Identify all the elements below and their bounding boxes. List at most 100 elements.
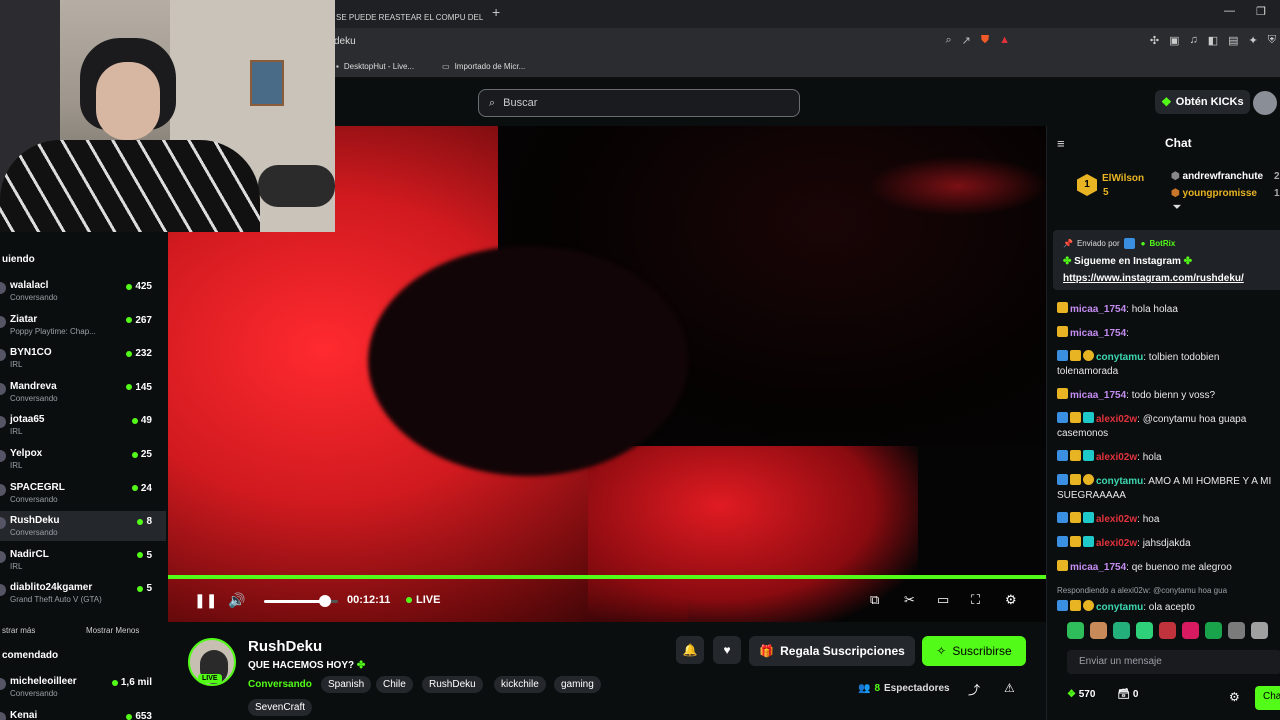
leader-name[interactable]: ⬢ andrewfranchute [1171, 171, 1263, 182]
chat-username[interactable]: micaa_1754 [1070, 304, 1126, 315]
wallet-icon[interactable]: ▣ [1169, 34, 1179, 47]
bookmark-folder[interactable]: ▭ Importado de Micr... [442, 62, 525, 71]
tag[interactable]: RushDeku [422, 676, 483, 693]
leo-icon[interactable]: ✦ [1249, 34, 1258, 47]
tag[interactable]: Spanish [321, 676, 372, 693]
theater-mode-icon[interactable]: ▭ [937, 592, 949, 608]
emote-icon[interactable] [1090, 622, 1107, 639]
emote-icon[interactable] [1159, 622, 1176, 639]
chat-username[interactable]: conytamu [1096, 476, 1143, 487]
emote-icon[interactable] [1067, 622, 1084, 639]
sidebar-channel-item[interactable]: Ziatar Poppy Playtime: Chap... 267 [0, 310, 166, 340]
bookmark-item[interactable]: ▪ DesktopHut - Live... [336, 62, 414, 71]
url-field[interactable]: deku [334, 36, 356, 47]
tag[interactable]: kickchile [494, 676, 546, 693]
sidebar-channel-item[interactable]: Mandreva Conversando 145 [0, 377, 166, 407]
tag[interactable]: gaming [554, 676, 601, 693]
webcam-overlay [0, 0, 335, 232]
points-display[interactable]: ❖ 570 [1067, 689, 1095, 700]
leader-count: 1 [1274, 188, 1280, 199]
wallet2-icon[interactable]: ▤ [1228, 34, 1238, 47]
emote-icon[interactable] [1136, 622, 1153, 639]
get-kicks-button[interactable]: ❖ Obtén KICKs [1155, 90, 1250, 114]
pip-icon[interactable]: ⧉ [870, 592, 879, 608]
viewer-number: 25 [140, 449, 152, 460]
emote-icon[interactable] [1251, 622, 1268, 639]
sidebar: uiendo walalacl Conversando 425 Ziatar P… [0, 232, 168, 720]
emote-icon[interactable] [1113, 622, 1130, 639]
browser-tab[interactable]: SE PUEDE REASTEAR EL COMPU DEL [336, 6, 483, 28]
brave-shield-icon[interactable]: ⛊ [981, 34, 989, 47]
pinned-sender[interactable]: BotRix [1150, 239, 1176, 248]
media-icon[interactable]: ♫ [1189, 34, 1197, 47]
tag[interactable]: SevenCraft [248, 699, 313, 716]
sidebar-channel-item[interactable]: walalacl Conversando 425 [0, 276, 166, 306]
sidebar-toggle-icon[interactable]: ◧ [1208, 34, 1218, 47]
restore-icon[interactable]: ❐ [1256, 5, 1266, 18]
emote-icon[interactable] [1205, 622, 1222, 639]
sidebar-channel-item[interactable]: Yelpox IRL 25 [0, 444, 166, 474]
reply-context: Respondiendo a alexi02w: @conytamu hoa g… [1057, 586, 1228, 595]
leader-name[interactable]: ElWilson [1102, 173, 1144, 184]
chat-settings-icon[interactable]: ⚙ [1229, 690, 1240, 704]
zoom-icon[interactable]: ⌕ [945, 34, 951, 47]
settings-icon[interactable]: ⚙ [1005, 592, 1017, 608]
user-avatar[interactable] [1253, 91, 1277, 115]
chat-username[interactable]: micaa_1754 [1070, 328, 1126, 339]
sidebar-channel-item[interactable]: diablito24kgamer Grand Theft Auto V (GTA… [0, 578, 166, 608]
leader-name[interactable]: ⬢ youngpromisse [1171, 188, 1257, 199]
chat-input[interactable]: Enviar un mensaje [1067, 650, 1280, 674]
sidebar-channel-item[interactable]: micheleoilleer Conversando 1,6 mil [0, 672, 166, 702]
chat-username[interactable]: conytamu [1096, 352, 1143, 363]
rank-badge: 1 [1077, 174, 1097, 196]
sidebar-channel-item[interactable]: Kenai 653 [0, 706, 166, 720]
sidebar-channel-item[interactable]: NadirCL IRL 5 [0, 545, 166, 575]
show-more-link[interactable]: strar más [2, 626, 35, 635]
sidebar-channel-item[interactable]: BYN1CO IRL 232 [0, 343, 166, 373]
new-tab-button[interactable]: + [492, 4, 500, 20]
follow-button[interactable]: ♥ [713, 636, 741, 664]
stream-category[interactable]: Conversando [248, 679, 312, 690]
pause-icon[interactable]: ❚❚ [194, 592, 217, 609]
gift-subs-button[interactable]: 🎁 Regala Suscripciones [749, 636, 915, 666]
live-dot [126, 283, 133, 290]
fullscreen-icon[interactable]: ⛶ [971, 592, 980, 608]
chat-username[interactable]: alexi02w [1096, 414, 1137, 425]
chat-send-button[interactable]: Cha [1255, 686, 1280, 710]
progress-bar[interactable] [168, 575, 1046, 579]
channel-category: Conversando [10, 528, 58, 538]
volume-knob[interactable] [318, 595, 331, 607]
report-icon[interactable]: ⚠ [1004, 681, 1015, 695]
sidebar-channel-item[interactable]: jotaa65 IRL 49 [0, 410, 166, 440]
pinned-link[interactable]: https://www.instagram.com/rushdeku/ [1063, 273, 1244, 284]
chat-username[interactable]: conytamu [1096, 602, 1143, 613]
minimize-icon[interactable]: — [1224, 5, 1235, 17]
channel-name[interactable]: RushDeku [248, 638, 322, 655]
show-less-link[interactable]: Mostrar Menos [86, 626, 139, 635]
emote-icon[interactable] [1228, 622, 1245, 639]
chat-username[interactable]: alexi02w [1096, 538, 1137, 549]
collapse-chat-icon[interactable]: ≡ [1057, 136, 1065, 151]
share-page-icon[interactable]: ↗ [962, 34, 971, 47]
emote-icon[interactable] [1182, 622, 1199, 639]
vpn-icon[interactable]: ⛨ [1268, 34, 1276, 47]
search-input[interactable]: ⌕ Buscar [478, 89, 800, 117]
clip-icon[interactable]: ✂ [904, 592, 915, 608]
expand-leaderboard-icon[interactable]: ⏷ [1173, 202, 1181, 213]
sidebar-channel-item[interactable]: RushDeku Conversando 8 [0, 511, 166, 542]
subscribe-button[interactable]: ✧ Suscribirse [922, 636, 1026, 666]
chat-username[interactable]: micaa_1754 [1070, 390, 1126, 401]
chat-username[interactable]: alexi02w [1096, 514, 1137, 525]
brave-rewards-icon[interactable]: ▲ [999, 34, 1010, 47]
notifications-button[interactable]: 🔔 [676, 636, 704, 664]
sidebar-channel-item[interactable]: SPACEGRL Conversando 24 [0, 478, 166, 508]
player-controls: ❚❚ 🔊 00:12:11 LIVE ⧉ ✂ ▭ ⛶ ⚙ [168, 584, 1046, 618]
extensions-icon[interactable]: ✣ [1150, 34, 1159, 47]
volume-icon[interactable]: 🔊 [228, 592, 245, 609]
tag[interactable]: Chile [376, 676, 413, 693]
chat-username[interactable]: alexi02w [1096, 452, 1137, 463]
chat-username[interactable]: micaa_1754 [1070, 562, 1126, 573]
clover-icon: ✤ [1063, 256, 1072, 267]
gifts-display[interactable]: 🗃 0 [1117, 689, 1138, 700]
share-icon[interactable]: ⤴ [968, 681, 980, 698]
